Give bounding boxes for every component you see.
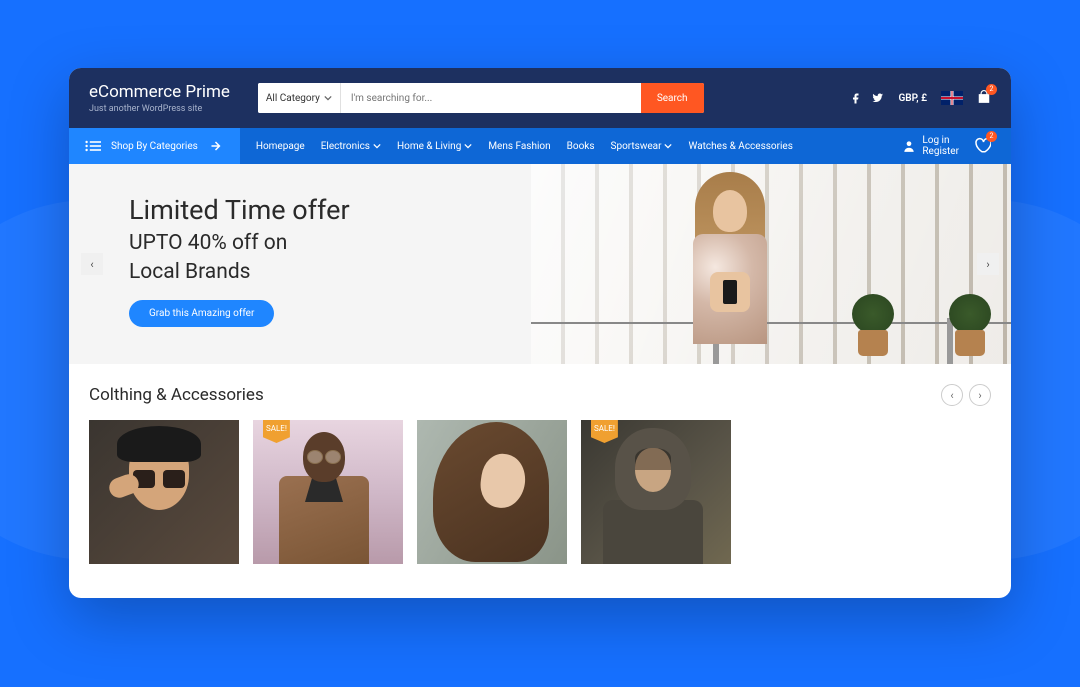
twitter-icon[interactable] (872, 92, 884, 104)
product-card[interactable] (89, 420, 239, 564)
chevron-down-icon (324, 94, 332, 102)
nav-watches[interactable]: Watches & Accessories (688, 141, 792, 152)
nav-right: Log in Register 2 (902, 135, 1011, 157)
wishlist-button[interactable]: 2 (973, 136, 991, 157)
carousel-prev-button[interactable]: ‹ (81, 253, 103, 275)
products-header: Colthing & Accessories ‹ › (89, 384, 991, 406)
nav-items: Homepage Electronics Home & Living Mens … (240, 141, 793, 152)
user-icon (902, 139, 916, 153)
site-tagline: Just another WordPress site (89, 104, 230, 114)
product-card[interactable] (417, 420, 567, 564)
hero-content: Limited Time offer UPTO 40% off on Local… (69, 164, 531, 364)
chevron-down-icon (664, 142, 672, 150)
shop-by-label: Shop By Categories (111, 141, 198, 152)
sale-badge: SALE! (263, 420, 290, 443)
cart-badge: 2 (986, 84, 997, 95)
products-grid: SALE! SALE! (89, 420, 991, 564)
search-input[interactable] (341, 83, 641, 113)
products-prev-button[interactable]: ‹ (941, 384, 963, 406)
products-title: Colthing & Accessories (89, 385, 264, 405)
hero-image (531, 164, 1011, 364)
carousel-next-button[interactable]: › (977, 253, 999, 275)
products-next-button[interactable]: › (969, 384, 991, 406)
arrow-right-icon (208, 140, 224, 152)
wishlist-badge: 2 (986, 131, 997, 142)
account-link[interactable]: Log in Register (902, 135, 959, 157)
nav-books[interactable]: Books (567, 141, 595, 152)
search-button[interactable]: Search (641, 83, 704, 113)
top-bar: eCommerce Prime Just another WordPress s… (69, 68, 1011, 128)
products-section: Colthing & Accessories ‹ › SALE! SALE! (69, 364, 1011, 564)
nav-home-living[interactable]: Home & Living (397, 141, 472, 152)
category-select[interactable]: All Category (258, 83, 341, 113)
nav-sportswear[interactable]: Sportswear (611, 141, 673, 152)
chevron-down-icon (373, 142, 381, 150)
brand[interactable]: eCommerce Prime Just another WordPress s… (89, 82, 230, 114)
site-title: eCommerce Prime (89, 82, 230, 102)
facebook-icon[interactable] (850, 92, 862, 104)
hero-title: Limited Time offer (129, 194, 531, 228)
list-icon (85, 140, 101, 152)
login-label: Log in (922, 135, 959, 146)
products-nav: ‹ › (941, 384, 991, 406)
hero-line2: Local Brands (129, 259, 531, 286)
hero-cta-button[interactable]: Grab this Amazing offer (129, 300, 274, 327)
category-label: All Category (266, 93, 320, 104)
currency-label[interactable]: GBP, £ (898, 93, 927, 104)
register-label: Register (922, 146, 959, 157)
nav-mens-fashion[interactable]: Mens Fashion (488, 141, 550, 152)
hero-banner: ‹ Limited Time offer UPTO 40% off on Loc… (69, 164, 1011, 364)
product-card[interactable]: SALE! (253, 420, 403, 564)
app-window: eCommerce Prime Just another WordPress s… (69, 68, 1011, 598)
nav-electronics[interactable]: Electronics (321, 141, 381, 152)
flag-icon[interactable] (941, 91, 963, 105)
shop-by-categories-button[interactable]: Shop By Categories (69, 128, 240, 164)
product-card[interactable]: SALE! (581, 420, 731, 564)
hero-line1: UPTO 40% off on (129, 230, 531, 257)
nav-bar: Shop By Categories Homepage Electronics … (69, 128, 1011, 164)
nav-homepage[interactable]: Homepage (256, 141, 305, 152)
sale-badge: SALE! (591, 420, 618, 443)
social-links (850, 92, 884, 104)
search-bar: All Category Search (258, 83, 704, 113)
cart-button[interactable]: 2 (977, 89, 991, 108)
top-utilities: GBP, £ 2 (850, 89, 991, 108)
chevron-down-icon (464, 142, 472, 150)
